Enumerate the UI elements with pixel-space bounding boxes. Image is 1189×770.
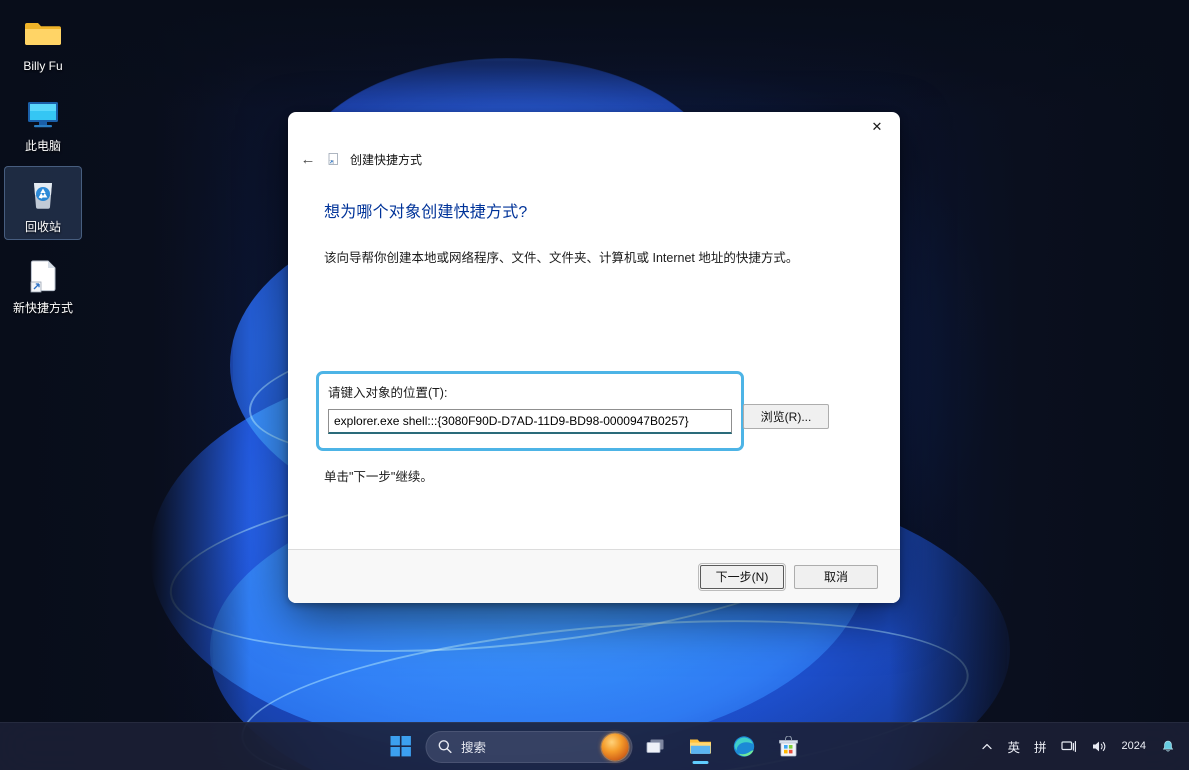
search-placeholder-text: 搜索 (461, 737, 486, 756)
copilot-icon[interactable] (601, 733, 628, 760)
location-field-label: 请键入对象的位置(T): (328, 382, 732, 401)
back-arrow-icon[interactable]: ← (294, 146, 322, 172)
dialog-footer: 下一步(N) 取消 (288, 549, 900, 603)
clock-date-button[interactable]: 2024 (1115, 730, 1153, 764)
desktop[interactable]: Billy Fu 此电脑 (0, 0, 1189, 770)
tray-chevron-up-icon[interactable] (975, 730, 999, 764)
ime-mode-indicator[interactable]: 拼 (1028, 730, 1053, 764)
close-icon[interactable]: ✕ (854, 112, 900, 142)
system-tray: 英 拼 2024 (975, 723, 1189, 770)
task-view-icon (645, 737, 667, 757)
dialog-description: 该向导帮你创建本地或网络程序、文件、文件夹、计算机或 Internet 地址的快… (324, 248, 866, 268)
dialog-titlebar: ✕ (288, 112, 900, 142)
windows-logo-icon (391, 736, 412, 757)
desktop-icon-billy-fu[interactable]: Billy Fu (4, 6, 82, 78)
folder-icon (22, 12, 64, 54)
file-explorer-button[interactable] (680, 727, 720, 767)
location-input[interactable] (328, 409, 732, 434)
this-pc-icon (22, 92, 64, 134)
desktop-icon-list: Billy Fu 此电脑 (4, 6, 82, 328)
file-explorer-icon (688, 736, 712, 757)
notification-bell-icon[interactable] (1155, 734, 1181, 760)
desktop-icon-new-shortcut[interactable]: 新快捷方式 (4, 248, 82, 320)
desktop-icon-label: 此电脑 (25, 139, 61, 154)
volume-icon[interactable] (1085, 730, 1113, 764)
desktop-icon-this-pc[interactable]: 此电脑 (4, 86, 82, 158)
page-title: 想为哪个对象创建快捷方式? (324, 198, 866, 222)
taskbar-center-group: 搜索 (381, 723, 808, 770)
location-field-group: 请键入对象的位置(T): (328, 382, 732, 434)
taskbar[interactable]: 搜索 (0, 722, 1189, 770)
search-box[interactable]: 搜索 (425, 731, 632, 763)
edge-browser-icon (733, 735, 756, 758)
task-view-button[interactable] (636, 727, 676, 767)
search-icon (437, 739, 452, 754)
desktop-icon-recycle-bin[interactable]: 回收站 (4, 166, 82, 240)
next-step-hint: 单击"下一步"继续。 (324, 466, 433, 485)
next-button[interactable]: 下一步(N) (700, 565, 784, 589)
cancel-button[interactable]: 取消 (794, 565, 878, 589)
ime-language-indicator[interactable]: 英 (1001, 730, 1026, 764)
wallpaper-vignette-top (0, 0, 1189, 110)
create-shortcut-dialog[interactable]: ✕ ← 创建快捷方式 想为哪个对象创建快捷方式? 该向导帮你创建本地或网络程序、… (288, 112, 900, 603)
desktop-icon-label: Billy Fu (23, 59, 62, 74)
recycle-bin-icon (22, 173, 64, 215)
microsoft-store-button[interactable] (768, 727, 808, 767)
browse-button[interactable]: 浏览(R)... (743, 404, 829, 429)
dialog-title: 创建快捷方式 (350, 151, 422, 168)
shortcut-wizard-icon (326, 151, 342, 167)
wallpaper-vignette-right (889, 0, 1189, 770)
start-button[interactable] (381, 727, 421, 767)
desktop-icon-label: 回收站 (25, 220, 61, 235)
network-icon[interactable] (1055, 730, 1083, 764)
dialog-body: 想为哪个对象创建快捷方式? 该向导帮你创建本地或网络程序、文件、文件夹、计算机或… (288, 176, 900, 549)
edge-browser-button[interactable] (724, 727, 764, 767)
shortcut-file-icon (22, 254, 64, 296)
clock-date: 2024 (1122, 740, 1146, 753)
microsoft-store-icon (777, 736, 799, 758)
desktop-icon-label: 新快捷方式 (13, 301, 73, 316)
dialog-navbar: ← 创建快捷方式 (288, 142, 900, 176)
